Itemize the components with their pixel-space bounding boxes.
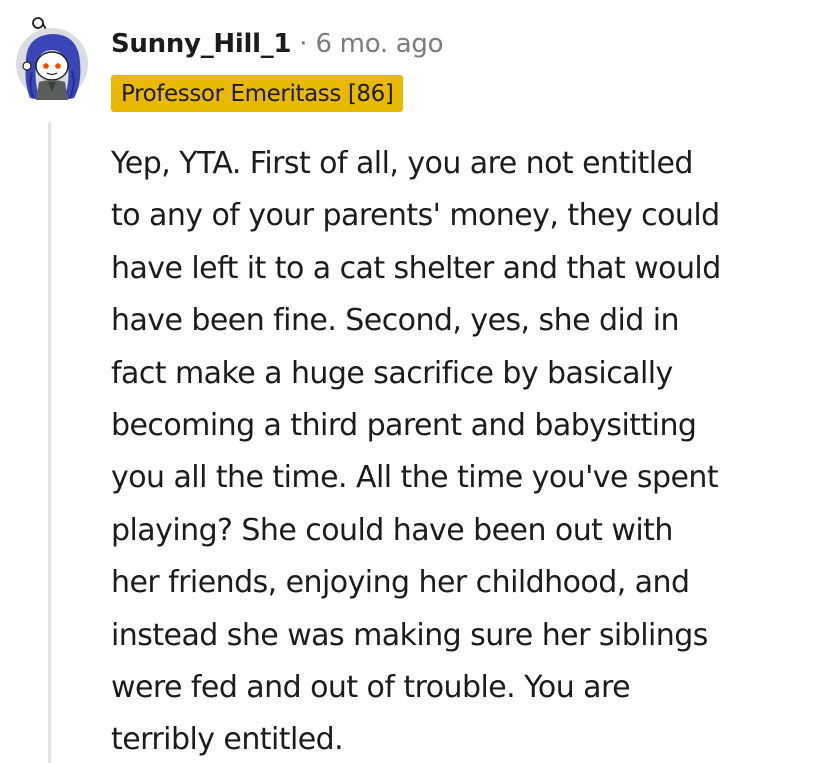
meta-separator: · [299,29,308,59]
comment-body-line: playing? She could have been out with [111,512,673,548]
user-flair: Professor Emeritass [86] [111,75,404,112]
comment-body-line: were fed and out of trouble. You are [111,670,631,706]
snoo-avatar-icon [16,17,88,100]
comment-body-line: terribly entitled. [111,722,344,758]
comment-body-line: fact make a huge sacrifice by basically [111,355,673,391]
user-flair-text: Professor Emeritass [86] [121,80,394,107]
comment: Sunny_Hill_1 · 6 mo. ago Professor Emeri… [0,0,835,763]
comment-meta: Sunny_Hill_1 · 6 mo. ago [111,24,444,64]
user-avatar[interactable] [12,12,90,104]
comment-body-line: her friends, enjoying her childhood, and [111,565,690,601]
thread-collapse-line[interactable] [48,122,51,763]
comment-body: Yep, YTA. First of all, you are not enti… [111,138,826,763]
comment-body-line: to any of your parents' money, they coul… [111,198,720,234]
comment-body-line: have been fine. Second, yes, she did in [111,303,680,339]
author-username[interactable]: Sunny_Hill_1 [111,29,292,59]
comment-body-line: becoming a third parent and babysitting [111,408,697,444]
comment-body-line: have left it to a cat shelter and that w… [111,250,721,286]
comment-body-line: instead she was making sure her siblings [111,617,708,653]
comment-body-line: Yep, YTA. First of all, you are not enti… [111,146,693,181]
comment-body-line: you all the time. All the time you've sp… [111,460,719,496]
comment-timestamp[interactable]: 6 mo. ago [315,29,443,59]
